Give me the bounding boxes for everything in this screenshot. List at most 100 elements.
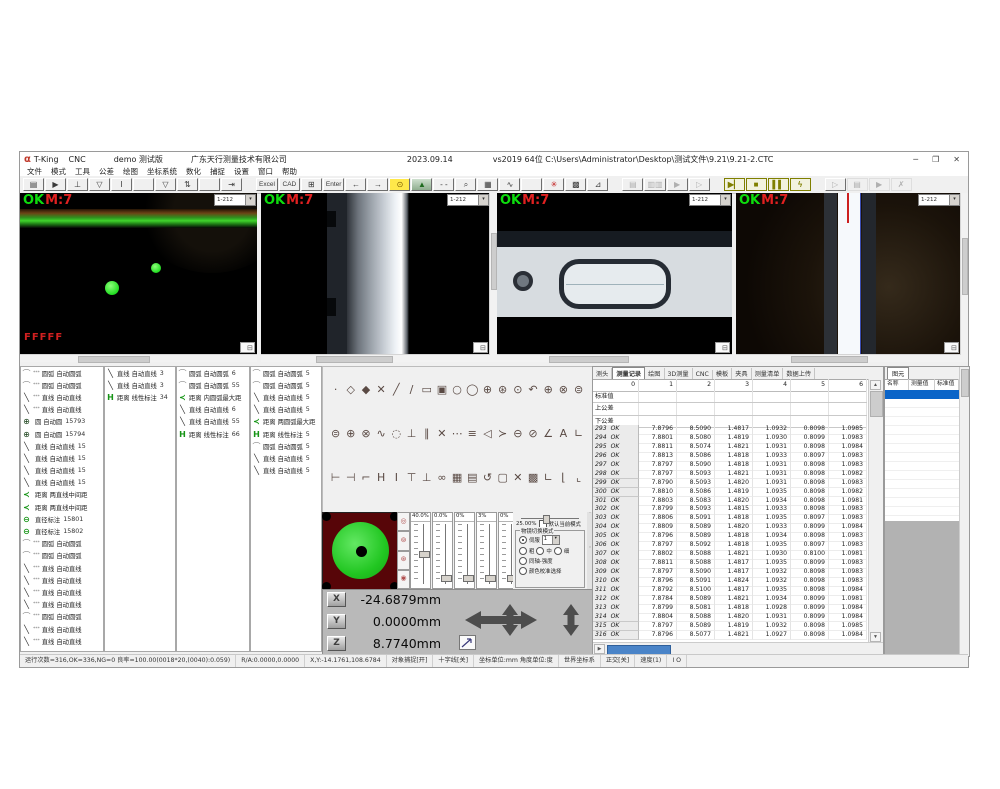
mark-z-icon[interactable]: ⌞ xyxy=(571,471,586,484)
chevron-down-icon[interactable]: ▾ xyxy=(949,195,959,205)
stage-view-icon[interactable]: ⊟ xyxy=(715,342,730,353)
table-row[interactable]: 293OK 7.87968.5090 1.48171.0932 0.80981.… xyxy=(593,425,867,434)
copy-icon[interactable]: ▤ xyxy=(465,471,480,484)
camera-range-select[interactable]: 1-212▾ xyxy=(447,194,489,206)
close-button[interactable]: ✕ xyxy=(953,155,960,164)
blank-slot-1[interactable] xyxy=(133,178,154,191)
goto-icon[interactable]: ⇥ xyxy=(221,178,242,191)
list-item[interactable]: ⊖ 直径标注 15802 xyxy=(21,525,103,537)
dim-distance-icon[interactable]: ⊣ xyxy=(343,471,358,484)
run-to-end-button[interactable]: ▶▏ xyxy=(724,178,745,191)
probe-icon[interactable]: ▽ xyxy=(89,178,110,191)
list-item[interactable]: ╲ 直线 自动直线 3 xyxy=(105,379,175,391)
angle-tool-icon[interactable]: ∠ xyxy=(541,427,556,440)
table-row[interactable]: 300OK 7.88108.5086 1.48191.0935 0.80981.… xyxy=(593,488,867,497)
toolbar-gap-3[interactable] xyxy=(711,178,723,191)
camera-2-vscrollbar[interactable] xyxy=(489,193,497,355)
jog-arrows-icon[interactable] xyxy=(463,604,589,636)
pause-button[interactable]: ▌▌ xyxy=(768,178,789,191)
column-header[interactable]: 4 xyxy=(753,379,791,391)
cross-tool-icon[interactable]: ✕ xyxy=(434,427,449,440)
status-segment[interactable]: R/A:0.0000,0.0000 xyxy=(236,655,305,667)
table-row[interactable]: 314OK 7.88048.5088 1.48201.0931 0.80991.… xyxy=(593,613,867,622)
menu-item[interactable]: 数化 xyxy=(186,166,201,177)
tab-element[interactable]: 图元 xyxy=(887,367,909,379)
camera-1-hscrollbar[interactable] xyxy=(20,354,257,362)
table-tab[interactable]: 3D测量 xyxy=(665,368,693,379)
list-item[interactable]: ⌒ *** 圆弧 自动圆弧 xyxy=(21,611,103,623)
table-tab[interactable]: 夹具 xyxy=(732,368,751,379)
table-row[interactable]: 309OK 7.87978.5090 1.48171.0932 0.80981.… xyxy=(593,568,867,577)
list-item[interactable]: ╲ 直线 自动直线 3 xyxy=(105,367,175,379)
mark-x-icon[interactable]: ∟ xyxy=(541,471,556,484)
open2-disabled-button[interactable]: ▶ xyxy=(869,178,890,191)
axis-calib-icon[interactable]: Ι xyxy=(111,178,132,191)
fine-radio[interactable] xyxy=(554,547,562,555)
laser-button[interactable]: ✳ xyxy=(543,178,564,191)
list-item[interactable]: ⌒ 圆弧 自动圆弧 5 xyxy=(251,379,321,391)
color-radio[interactable] xyxy=(519,567,527,575)
camera-3-hscrollbar[interactable] xyxy=(497,354,732,362)
list-item[interactable]: Η 距离 线性标注 5 xyxy=(251,428,321,440)
list-item[interactable]: ╲ 直线 自动直线 5 xyxy=(251,452,321,464)
list-item[interactable]: ≺ 距离 两直线中间距 xyxy=(21,501,103,513)
list-item[interactable]: ╲ 直线 自动直线 55 xyxy=(177,416,249,428)
enter-button[interactable]: Enter xyxy=(323,178,345,191)
table-tab[interactable]: 测量清单 xyxy=(752,368,784,379)
circle-auto-tool-icon[interactable]: ⊕ xyxy=(480,383,495,396)
text-tool-icon[interactable]: A xyxy=(556,427,571,440)
table-row[interactable]: 297OK 7.87978.5090 1.48181.0931 0.80981.… xyxy=(593,461,867,470)
curve-tool-icon[interactable]: ∿ xyxy=(374,427,389,440)
camera-range-select[interactable]: 1-212▾ xyxy=(689,194,731,206)
scroll-right-icon[interactable]: ▶ xyxy=(594,644,605,654)
status-segment[interactable]: 对象捕捉[开] xyxy=(387,655,434,667)
ring-light-circle[interactable] xyxy=(332,522,389,579)
camera-range-select[interactable]: 1-212▾ xyxy=(214,194,256,206)
coarse-radio[interactable] xyxy=(519,547,527,555)
stop-button[interactable]: ■ xyxy=(746,178,767,191)
table-row[interactable]: 304OK 7.88098.5089 1.48201.0933 0.80991.… xyxy=(593,523,867,532)
circle-dash2-tool-icon[interactable]: ⊘ xyxy=(525,427,540,440)
new-file-icon[interactable]: ▤ xyxy=(23,178,44,191)
list-item[interactable]: ╲ 直线 自动直线 6 xyxy=(177,404,249,416)
coax-radio[interactable] xyxy=(519,557,527,565)
table-row[interactable]: 294OK 7.88018.5080 1.48191.0930 0.80991.… xyxy=(593,434,867,443)
barcode-button[interactable]: ▩ xyxy=(565,178,586,191)
list-item[interactable]: ╲ 直线 自动直线 15 xyxy=(21,465,103,477)
status-segment[interactable]: 正交[关] xyxy=(601,655,635,667)
folder-run-button[interactable]: ▶ xyxy=(667,178,688,191)
status-segment[interactable]: 运行次数=316,OK=336,NG=0 良率=100.00(0018*20,(… xyxy=(20,655,236,667)
camera-range-select[interactable]: 1-212▾ xyxy=(918,194,960,206)
toolbar-gap-4[interactable] xyxy=(812,178,824,191)
table-row[interactable]: 上公差 xyxy=(593,403,867,415)
region-icon[interactable]: ▢ xyxy=(495,471,510,484)
circle2-tool-icon[interactable]: ◯ xyxy=(465,383,480,396)
table-tab[interactable]: 数据上传 xyxy=(783,368,815,379)
open-arc-tool-icon[interactable]: ≻ xyxy=(495,427,510,440)
blob-tool-icon[interactable]: ◌ xyxy=(389,427,404,440)
list-item[interactable]: ╲ *** 直线 自动直线 xyxy=(21,391,103,403)
mark-y-icon[interactable]: ⌊ xyxy=(556,471,571,484)
arrow-left-button[interactable]: ← xyxy=(345,178,366,191)
list-item[interactable]: ╲ 直线 自动直线 15 xyxy=(21,477,103,489)
stage-view-icon[interactable]: ⊟ xyxy=(240,342,255,353)
cad-export-button[interactable]: CAD xyxy=(279,178,300,191)
dim-horizontal-icon[interactable]: ⊢ xyxy=(328,471,343,484)
parallel-tool-icon[interactable]: ∥ xyxy=(419,427,434,440)
ellipse2-tool-icon[interactable]: ⊜ xyxy=(328,427,343,440)
ring-tool-icon[interactable]: ⊗ xyxy=(358,427,373,440)
menu-item[interactable]: 坐标系统 xyxy=(147,166,177,177)
table-tab[interactable]: 模板 xyxy=(713,368,732,379)
play2-disabled-button[interactable]: ▷ xyxy=(825,178,846,191)
servo-radio[interactable] xyxy=(519,536,527,544)
column-header[interactable]: 名称 xyxy=(885,379,909,390)
tool-disabled-button[interactable]: ✗ xyxy=(891,178,912,191)
list-item[interactable]: ╲ 直线 自动直线 5 xyxy=(251,391,321,403)
point-set-tool-icon[interactable]: ⋯ xyxy=(450,427,465,440)
list-item[interactable]: ⌒ *** 圆弧 自动圆弧 xyxy=(21,379,103,391)
table-row[interactable]: 302OK 7.87998.5093 1.48151.0933 0.80981.… xyxy=(593,505,867,514)
stage-origin-icon[interactable]: ⊥ xyxy=(67,178,88,191)
point-tool-icon[interactable]: · xyxy=(328,383,343,396)
light-slider[interactable]: 3% xyxy=(476,512,497,589)
selected-element-row[interactable] xyxy=(885,390,959,399)
